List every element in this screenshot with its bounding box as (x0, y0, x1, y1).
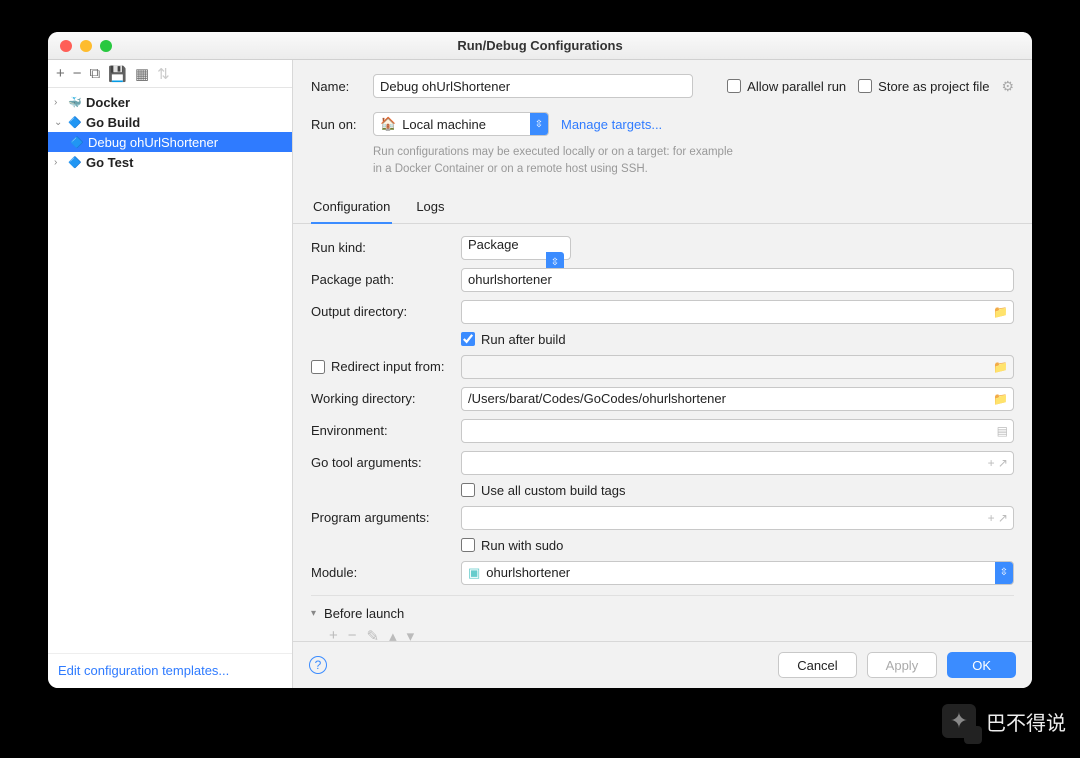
name-input[interactable] (373, 74, 693, 98)
copy-icon[interactable]: ⧉ (90, 65, 101, 82)
wechat-icon: ✦ (942, 704, 976, 738)
runon-value: Local machine (402, 117, 486, 132)
expand-icon[interactable]: + ↗ (988, 511, 1008, 525)
run-after-build-checkbox[interactable]: Run after build (461, 332, 566, 347)
redirect-input-checkbox[interactable]: Redirect input from: (311, 359, 461, 374)
tree-label: Docker (86, 95, 130, 110)
go-tool-args-input[interactable] (461, 451, 1014, 475)
chevron-down-icon: ⌄ (54, 117, 64, 128)
apply-button[interactable]: Apply (867, 652, 938, 678)
dialog-footer: ? Cancel Apply OK (293, 641, 1032, 688)
go-icon: 🔷 (70, 135, 84, 149)
titlebar: Run/Debug Configurations (48, 32, 1032, 60)
program-args-label: Program arguments: (311, 510, 461, 525)
edit-templates-link[interactable]: Edit configuration templates... (58, 663, 229, 678)
up-icon[interactable]: ▴ (389, 627, 397, 642)
sidebar-toolbar: + − ⧉ 💾 ▦ ⇅ (48, 60, 292, 88)
gear-icon[interactable]: ⚙ (1001, 78, 1014, 95)
run-kind-select[interactable]: Package⇳ (461, 236, 571, 260)
watermark: ✦ 巴不得说 (942, 704, 1066, 738)
save-icon[interactable]: 💾 (108, 65, 127, 83)
cancel-button[interactable]: Cancel (778, 652, 856, 678)
tab-configuration[interactable]: Configuration (311, 191, 392, 224)
list-icon[interactable]: ▤ (997, 424, 1008, 438)
chevron-right-icon: › (54, 157, 64, 168)
tree-item-go-test[interactable]: › 🔷 Go Test (48, 152, 292, 172)
sidebar-footer: Edit configuration templates... (48, 653, 292, 688)
config-tree: › 🐳 Docker ⌄ 🔷 Go Build 🔷 Debug ohUrlSho… (48, 88, 292, 653)
add-icon[interactable]: + (56, 65, 65, 82)
runon-select[interactable]: 🏠 Local machine ⇳ (373, 112, 549, 136)
working-dir-label: Working directory: (311, 391, 461, 406)
use-custom-tags-checkbox[interactable]: Use all custom build tags (461, 483, 626, 498)
package-path-input[interactable] (461, 268, 1014, 292)
tabs: Configuration Logs (293, 191, 1032, 224)
home-icon: 🏠 (380, 116, 396, 132)
tab-logs[interactable]: Logs (414, 191, 446, 223)
redirect-input-field[interactable] (461, 355, 1014, 379)
remove-icon[interactable]: − (73, 65, 82, 82)
edit-icon[interactable]: ✎ (367, 627, 380, 642)
name-row: Name: Allow parallel run Store as projec… (311, 74, 1014, 98)
down-icon[interactable]: ▾ (407, 627, 415, 642)
go-icon: 🔷 (68, 155, 82, 169)
tree-label: Debug ohUrlShortener (88, 135, 218, 150)
configuration-form: Run kind: Package⇳ Package path: Output … (293, 224, 1032, 642)
folder-icon: 📁 (993, 360, 1008, 374)
chevron-updown-icon: ⇳ (995, 562, 1013, 584)
chevron-down-icon: ▾ (311, 608, 316, 619)
env-input[interactable] (461, 419, 1014, 443)
env-label: Environment: (311, 423, 461, 438)
module-icon: ▣ (468, 565, 480, 581)
run-with-sudo-checkbox[interactable]: Run with sudo (461, 538, 563, 553)
main-panel: Name: Allow parallel run Store as projec… (293, 60, 1032, 688)
before-launch-section[interactable]: ▾ Before launch (311, 595, 1014, 621)
tree-item-selected[interactable]: 🔷 Debug ohUrlShortener (48, 132, 292, 152)
before-launch-label: Before launch (324, 606, 404, 621)
sidebar: + − ⧉ 💾 ▦ ⇅ › 🐳 Docker ⌄ 🔷 Go Build (48, 60, 293, 688)
dialog-body: + − ⧉ 💾 ▦ ⇅ › 🐳 Docker ⌄ 🔷 Go Build (48, 60, 1032, 688)
run-kind-label: Run kind: (311, 240, 461, 255)
sort-icon[interactable]: ⇅ (157, 65, 170, 83)
help-icon[interactable]: ? (309, 656, 327, 674)
ok-button[interactable]: OK (947, 652, 1016, 678)
folder-icon[interactable]: 📁 (993, 392, 1008, 406)
expand-icon[interactable]: + ↗ (988, 456, 1008, 470)
tree-item-docker[interactable]: › 🐳 Docker (48, 92, 292, 112)
working-dir-input[interactable] (461, 387, 1014, 411)
before-launch-tools: + − ✎ ▴ ▾ (311, 621, 1014, 642)
remove-icon[interactable]: − (348, 627, 357, 642)
dialog-window: Run/Debug Configurations + − ⧉ 💾 ▦ ⇅ › 🐳… (48, 32, 1032, 688)
go-icon: 🔷 (68, 115, 82, 129)
manage-targets-link[interactable]: Manage targets... (561, 117, 662, 132)
add-icon[interactable]: + (329, 627, 338, 642)
window-title: Run/Debug Configurations (48, 38, 1032, 53)
go-tool-args-label: Go tool arguments: (311, 455, 461, 470)
runon-label: Run on: (311, 117, 361, 132)
store-project-checkbox[interactable]: Store as project file (858, 79, 989, 94)
runon-hint: Run configurations may be executed local… (373, 144, 733, 179)
module-select[interactable]: ▣ohurlshortener⇳ (461, 561, 1014, 585)
name-label: Name: (311, 79, 361, 94)
runon-row: Run on: 🏠 Local machine ⇳ Manage targets… (311, 112, 1014, 136)
chevron-updown-icon: ⇳ (530, 113, 548, 135)
tree-label: Go Test (86, 155, 133, 170)
tree-item-go-build[interactable]: ⌄ 🔷 Go Build (48, 112, 292, 132)
folder-icon[interactable]: 📁 (993, 305, 1008, 319)
docker-icon: 🐳 (68, 95, 82, 109)
allow-parallel-checkbox[interactable]: Allow parallel run (727, 79, 846, 94)
tree-label: Go Build (86, 115, 140, 130)
watermark-text: 巴不得说 (986, 707, 1066, 736)
header-area: Name: Allow parallel run Store as projec… (293, 60, 1032, 191)
package-path-label: Package path: (311, 272, 461, 287)
output-dir-input[interactable] (461, 300, 1014, 324)
chevron-right-icon: › (54, 97, 64, 108)
output-dir-label: Output directory: (311, 304, 461, 319)
program-args-input[interactable] (461, 506, 1014, 530)
module-label: Module: (311, 565, 461, 580)
folder-icon[interactable]: ▦ (135, 65, 149, 83)
